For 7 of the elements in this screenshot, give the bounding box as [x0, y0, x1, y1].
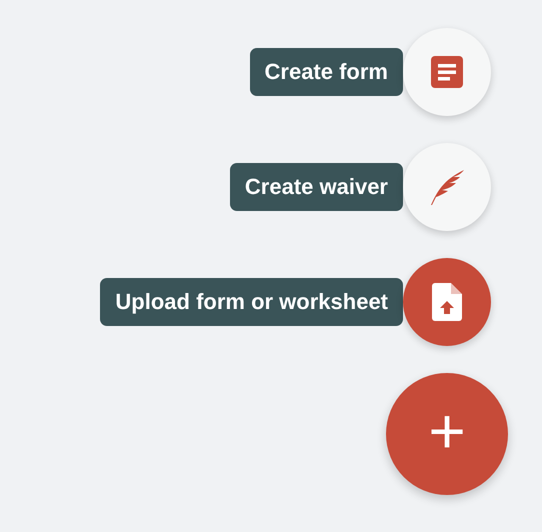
action-label: Create waiver [230, 163, 403, 211]
action-label: Create form [250, 48, 403, 96]
action-label: Upload form or worksheet [100, 278, 403, 326]
file-upload-icon [432, 283, 462, 321]
document-icon [430, 55, 464, 89]
feather-icon [429, 168, 465, 206]
add-button[interactable]: + [386, 373, 508, 495]
